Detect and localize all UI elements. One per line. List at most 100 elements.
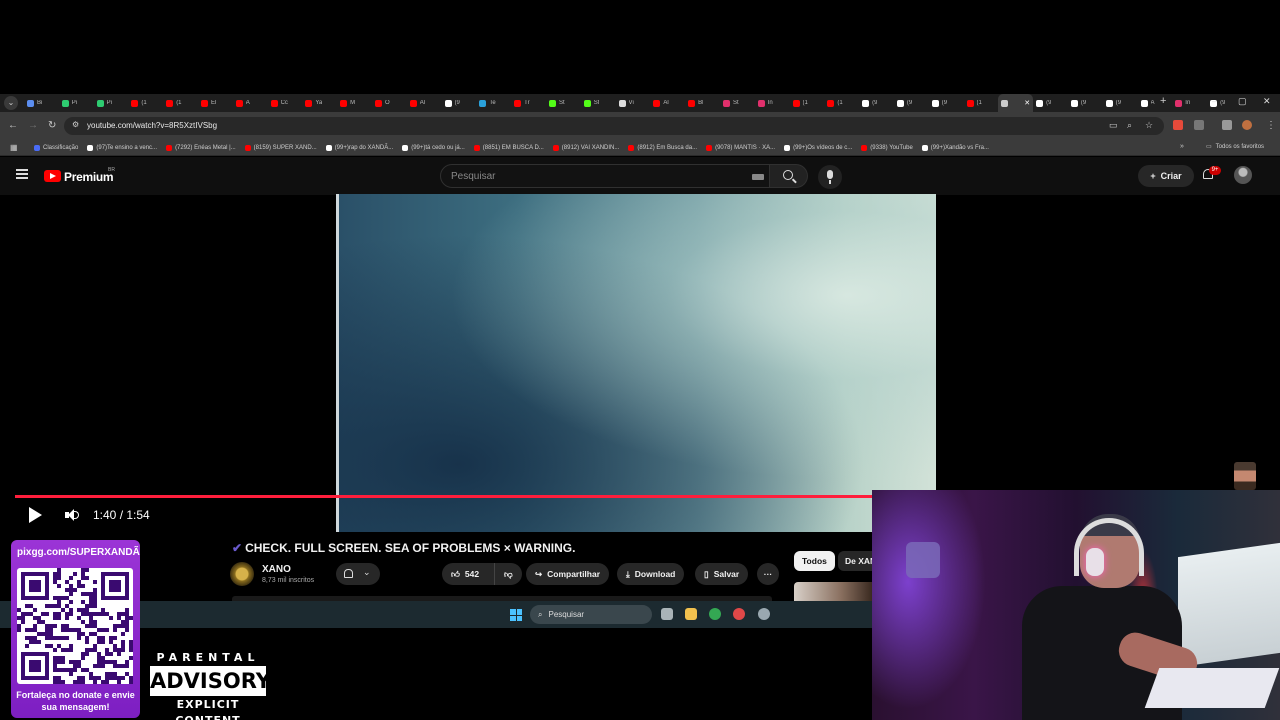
taskbar-task-view-icon[interactable]: [661, 608, 673, 620]
save-button[interactable]: ▯ Salvar: [695, 563, 749, 585]
tab[interactable]: Bl: [685, 94, 720, 112]
site-info-icon[interactable]: ⚙: [72, 120, 79, 129]
extensions-puzzle-icon[interactable]: [1194, 120, 1204, 130]
dislike-button[interactable]: 👎︎: [494, 563, 522, 585]
tab[interactable]: In: [755, 94, 790, 112]
bookmark-item[interactable]: (7292) Enéas Metal |...: [166, 140, 236, 156]
channel-avatar[interactable]: [230, 562, 254, 586]
address-bar[interactable]: ⚙ youtube.com/watch?v=8R5XztIVSbg ▭ ⌕ ☆: [64, 117, 1164, 135]
bookmarks-overflow-button[interactable]: »: [1180, 143, 1184, 150]
tab[interactable]: El: [198, 94, 233, 112]
apps-grid-icon[interactable]: ▦: [10, 143, 18, 152]
tab[interactable]: (9: [859, 94, 894, 112]
like-button[interactable]: 👍︎ 542: [442, 563, 494, 585]
tab[interactable]: A: [233, 94, 268, 112]
volume-icon[interactable]: [65, 509, 79, 521]
tab[interactable]: In: [1172, 94, 1207, 112]
taskbar-settings-icon[interactable]: [758, 608, 770, 620]
new-tab-button[interactable]: +: [1160, 95, 1166, 107]
chip-from-channel[interactable]: De XANO: [838, 551, 872, 571]
bookmark-item[interactable]: (8912) VAI XANDIN...: [552, 140, 619, 156]
tab[interactable]: (9: [1068, 94, 1103, 112]
bookmark-item[interactable]: (8851) EM BUSCA D...: [473, 140, 544, 156]
tab[interactable]: (9: [894, 94, 929, 112]
tab-active[interactable]: ✕: [998, 94, 1034, 112]
bookmark-item[interactable]: (99+)tá cedo ou já...: [402, 140, 465, 156]
tab[interactable]: (1: [128, 94, 163, 112]
tab[interactable]: Al: [407, 94, 442, 112]
tab[interactable]: (1: [824, 94, 859, 112]
channel-name[interactable]: XANO: [262, 564, 291, 575]
taskbar-chrome-icon[interactable]: [709, 608, 721, 620]
tab[interactable]: Ya: [302, 94, 337, 112]
bookmark-item[interactable]: (99+)Xandão vs Fra...: [921, 140, 989, 156]
keyboard-icon[interactable]: [752, 174, 764, 180]
recommended-video-thumbnail[interactable]: [794, 582, 872, 602]
hamburger-menu-icon[interactable]: [16, 169, 28, 179]
tab[interactable]: Tr: [511, 94, 546, 112]
bookmark-item[interactable]: (8912) Em Busca da...: [628, 140, 697, 156]
tab[interactable]: Bi: [24, 94, 59, 112]
tab[interactable]: Vi: [616, 94, 651, 112]
chip-all[interactable]: Todos: [794, 551, 835, 571]
zoom-icon[interactable]: ⌕: [1127, 120, 1132, 131]
bookmark-item[interactable]: (9078) MANTIS · XA...: [706, 140, 775, 156]
tab[interactable]: St: [581, 94, 616, 112]
share-button[interactable]: ↪ Compartilhar: [526, 563, 610, 585]
minimize-button[interactable]: –: [1212, 96, 1217, 106]
bookmark-item[interactable]: (99+)rap do XANDÃ...: [325, 140, 393, 156]
tab[interactable]: Pi: [59, 94, 94, 112]
create-button[interactable]: + Criar: [1138, 165, 1194, 187]
tab[interactable]: (9: [1103, 94, 1138, 112]
taskbar-app-red-icon[interactable]: [733, 608, 745, 620]
play-icon[interactable]: [29, 507, 42, 523]
tab[interactable]: (1: [964, 94, 999, 112]
taskbar-search[interactable]: ⌕ Pesquisar: [530, 605, 652, 624]
close-window-button[interactable]: ✕: [1263, 96, 1271, 107]
windows-start-icon[interactable]: [510, 609, 522, 621]
taskbar-file-explorer-icon[interactable]: [685, 608, 697, 620]
tab[interactable]: (9: [442, 94, 477, 112]
bookmark-item[interactable]: (97)Te ensino a venc...: [87, 140, 157, 156]
all-bookmarks-folder[interactable]: ▭ Todos os favoritos: [1206, 143, 1264, 151]
tab[interactable]: A: [1138, 94, 1173, 112]
tab[interactable]: St: [720, 94, 755, 112]
subscribed-notifications-button[interactable]: ⌄: [336, 563, 380, 585]
bookmark-item[interactable]: (99+)Os vídeos de c...: [784, 140, 852, 156]
tab[interactable]: (1: [790, 94, 825, 112]
bookmark-item[interactable]: Classificação: [34, 140, 78, 156]
reload-icon[interactable]: ↻: [48, 120, 56, 131]
tab[interactable]: Pi: [94, 94, 129, 112]
profile-avatar-icon[interactable]: [1242, 120, 1252, 130]
youtube-logo-icon[interactable]: [44, 170, 61, 182]
tab[interactable]: M: [337, 94, 372, 112]
tab[interactable]: (1: [163, 94, 198, 112]
close-tab-icon[interactable]: ✕: [1024, 99, 1030, 107]
search-input[interactable]: Pesquisar: [440, 164, 770, 188]
voice-search-button[interactable]: [818, 165, 842, 189]
account-avatar[interactable]: [1234, 166, 1252, 184]
video-player[interactable]: [336, 194, 936, 532]
forward-arrow-icon[interactable]: →: [28, 120, 38, 131]
youtube-premium-wordmark[interactable]: Premium: [64, 170, 114, 184]
tab[interactable]: O: [372, 94, 407, 112]
progress-bar[interactable]: [15, 495, 873, 498]
download-button[interactable]: ⤓ Download: [617, 563, 685, 585]
tab-search-chevron-icon[interactable]: ⌄: [4, 96, 18, 110]
bookmark-item[interactable]: (9338) YouTube: [861, 140, 913, 156]
tab[interactable]: St: [546, 94, 581, 112]
search-button[interactable]: [770, 164, 808, 188]
chrome-menu-icon[interactable]: ⋮: [1266, 120, 1276, 131]
tab[interactable]: Te: [476, 94, 511, 112]
back-arrow-icon[interactable]: ←: [8, 120, 18, 131]
more-actions-button[interactable]: ···: [757, 563, 779, 585]
tab[interactable]: (9: [929, 94, 964, 112]
tab[interactable]: (9: [1033, 94, 1068, 112]
extension-red-icon[interactable]: [1173, 120, 1183, 130]
media-controls-icon[interactable]: [1222, 120, 1232, 130]
bookmark-item[interactable]: (8159) SUPER XAND...: [244, 140, 317, 156]
bookmark-star-icon[interactable]: ☆: [1145, 120, 1153, 131]
maximize-button[interactable]: ▢: [1238, 96, 1247, 107]
tab[interactable]: Al: [650, 94, 685, 112]
tab[interactable]: Cc: [268, 94, 303, 112]
